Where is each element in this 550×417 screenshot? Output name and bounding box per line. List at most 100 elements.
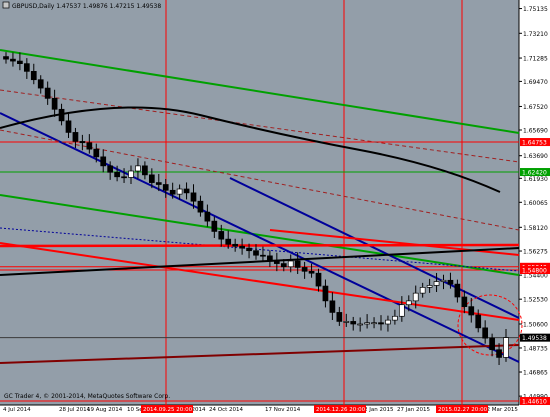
candle-body [3,56,9,60]
price-label-text: 1.64753 [522,140,547,147]
y-axis-tick-label: 1.75135 [523,6,548,13]
candle-body [23,63,30,72]
candle-body [197,200,204,213]
y-axis-tick-label: 1.48735 [523,345,548,352]
highlighted-date-text: 2014.12.26 20:00 [316,407,366,413]
candle-body [454,283,461,298]
candle-body [260,254,266,257]
candle-body [128,170,134,178]
candle-body [246,247,252,252]
candle-body [308,270,315,274]
candle-body [433,281,440,286]
candle-body [301,267,308,272]
x-axis-tick-label: 19 Aug 2014 [87,407,123,413]
candle-body [190,192,197,202]
candle-body [121,176,127,179]
candle-body [419,287,426,294]
candle-body [44,87,51,99]
chart-title: GBPUSD,Daily 1.47537 1.49876 1.47215 1.4… [12,3,161,10]
candle-body [280,263,287,268]
y-axis-tick-label: 1.67520 [523,104,548,111]
y-axis-tick-label: 1.60065 [523,200,548,207]
candle-body [239,245,245,249]
candle-body [405,300,412,306]
candle-body [350,321,357,325]
candle-body [496,349,502,358]
candle-body [489,337,495,351]
candle-body [336,312,343,322]
candle-body [412,292,419,302]
candle-body [503,337,509,358]
price-chart[interactable]: 1.75135 1.73210 1.71285 1.69470 1.67520 1.656… [0,0,550,413]
candle-body [86,142,93,150]
candle-body [30,71,37,81]
candle-body [58,108,65,122]
candle-body [329,300,336,313]
x-axis-tick-label: 17 Nov 2014 [265,407,301,413]
candle-body [10,58,16,62]
candle-body [392,315,398,321]
candle-body [461,296,468,307]
candle-body [315,272,322,287]
x-axis-tick-label: 4 Jul 2014 [3,407,31,413]
y-axis-tick-label: 1.69470 [523,79,548,86]
x-axis-tick-label: 28 Jul 2014 [59,407,91,413]
candle-body [114,171,120,178]
candle-body [218,231,225,240]
candle-body [183,188,190,194]
candle-body [51,98,58,110]
copyright-text: GC Trader 4, © 2001-2014, MetaQuotes Sof… [4,393,170,400]
chart-window[interactable]: 1.75135 1.73210 1.71285 1.69470 1.67520 1.656… [0,0,550,413]
candle-body [343,321,350,323]
candle-body [378,322,384,325]
price-label-text: 1.49538 [522,335,547,342]
y-axis-tick-label: 1.56275 [523,249,548,256]
candle-body [135,165,141,172]
candle-body [287,260,294,268]
candle-body [267,255,273,261]
candle-body [17,60,23,64]
candle-body [371,322,377,325]
candle-body [294,260,301,268]
price-label-text: 1.44610 [522,399,547,406]
candle-body [447,279,454,285]
candle-body [211,220,218,232]
red-horizontal-trendline[interactable] [0,243,520,248]
candle-body [169,189,176,195]
chart-plot-area [0,0,519,405]
candle-body [273,260,280,264]
candle-body [322,285,329,302]
candle-body [37,79,44,89]
candle-body [440,279,447,282]
y-axis-tick-label: 1.73210 [523,31,548,38]
candle-body [204,211,211,222]
candle-body [72,132,79,142]
candle-body [385,319,391,325]
y-axis-tick-label: 1.65690 [523,127,548,134]
candle-body [155,182,162,185]
candle-body [107,165,114,173]
candle-body [162,184,169,191]
candle-body [148,174,155,183]
candle-body [482,327,489,339]
candle-body [398,304,405,317]
y-axis-tick-label: 1.52530 [523,297,548,304]
candle-body [225,238,232,245]
candle-body [100,156,107,167]
y-axis-tick-label: 1.58120 [523,225,548,232]
candle-body [142,165,148,176]
price-label-text: 1.54800 [522,268,547,275]
candle-body [65,120,72,133]
y-axis-tick-label: 1.50600 [523,322,548,329]
x-axis-tick-label: 12 Mar 2015 [483,407,518,413]
chart-header: GBPUSD,Daily 1.47537 1.49876 1.47215 1.4… [2,1,161,10]
candle-body [93,148,100,158]
candle-body [232,243,239,247]
candle-body [364,322,370,325]
x-axis-tick-label: 2 Jan 2015 [364,407,394,413]
candle-body [79,141,86,144]
candle-body [475,314,482,329]
y-axis-tick-label: 1.63690 [523,153,548,160]
candle-body [176,188,183,195]
x-axis-tick-label: 27 Jan 2015 [397,407,430,413]
